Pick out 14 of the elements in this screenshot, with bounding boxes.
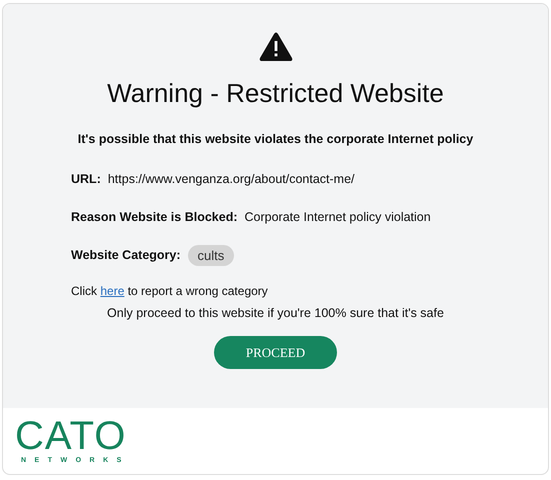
report-link[interactable]: here — [100, 284, 124, 298]
field-label: Reason Website is Blocked: — [71, 210, 238, 224]
subtitle: It's possible that this website violates the corporate Internet policy — [78, 132, 474, 146]
field-label: URL: — [71, 172, 101, 186]
proceed-button[interactable]: PROCEED — [214, 336, 337, 369]
field-value: Corporate Internet policy violation — [244, 210, 431, 224]
category-tag: cults — [188, 244, 234, 266]
warning-icon — [258, 32, 292, 62]
page-title: Warning - Restricted Website — [107, 78, 444, 108]
report-text: Click here to report a wrong category — [71, 284, 269, 298]
field-value: https://www.venganza.org/about/contact-me/ — [108, 172, 355, 186]
notice-text: Only proceed to this website if you're 100% sure that it's safe — [107, 306, 444, 320]
logo-wordmark: CATO — [15, 418, 126, 454]
field-label: Website Category: — [71, 248, 181, 262]
